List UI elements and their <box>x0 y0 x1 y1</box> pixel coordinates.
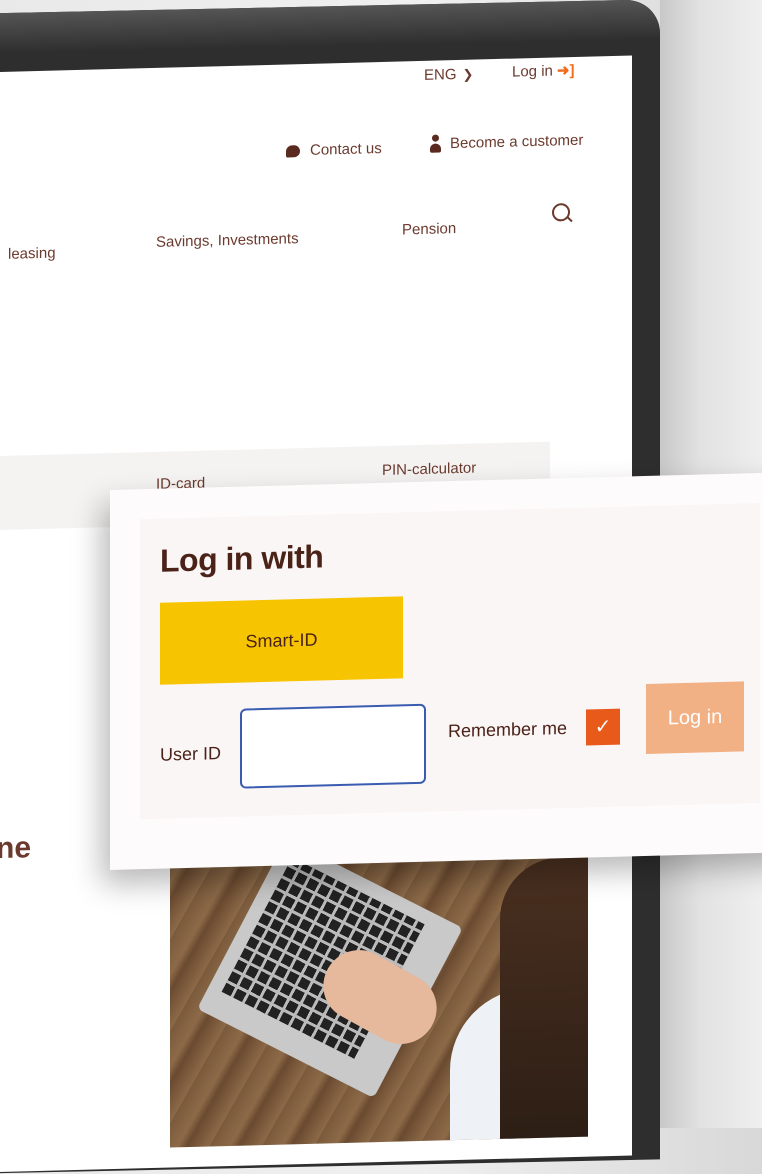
contact-us-link[interactable]: Contact us <box>286 140 382 160</box>
chat-bubble-icon <box>286 145 300 158</box>
subnav-pin-calculator[interactable]: PIN-calculator <box>382 460 476 479</box>
contact-us-label: Contact us <box>310 140 382 159</box>
become-customer-label: Become a customer <box>450 131 584 153</box>
become-customer-link[interactable]: Become a customer <box>430 131 583 155</box>
chevron-down-icon: ❯ <box>462 66 474 82</box>
header-login-link[interactable]: Log in ➜] <box>512 61 574 81</box>
checkmark-icon: ✓ <box>594 715 612 739</box>
language-label: ENG <box>424 66 457 84</box>
login-button[interactable]: Log in <box>646 681 744 754</box>
hero-photo <box>170 836 588 1148</box>
search-icon[interactable] <box>552 203 570 222</box>
header-login-label: Log in <box>512 62 553 81</box>
login-title: Log in with <box>160 538 324 579</box>
login-card: Log in with Smart-ID User ID Remember me… <box>110 471 762 870</box>
nav-item-pension[interactable]: Pension <box>402 220 456 238</box>
nav-item-leasing[interactable]: leasing <box>8 245 56 263</box>
nav-item-savings[interactable]: Savings, Investments <box>156 230 299 251</box>
person-illustration <box>500 855 588 1148</box>
login-card-inner: Log in with Smart-ID User ID Remember me… <box>140 502 760 820</box>
heading-fragment: ne <box>0 831 32 866</box>
remember-me-checkbox[interactable]: ✓ <box>586 708 620 746</box>
person-icon <box>430 134 440 154</box>
remember-me-label: Remember me <box>448 718 568 742</box>
smart-id-button[interactable]: Smart-ID <box>160 596 403 685</box>
user-id-label: User ID <box>160 743 222 765</box>
language-selector[interactable]: ENG ❯ <box>424 66 473 84</box>
user-id-input[interactable] <box>240 703 426 789</box>
login-arrow-icon: ➜] <box>556 61 575 80</box>
